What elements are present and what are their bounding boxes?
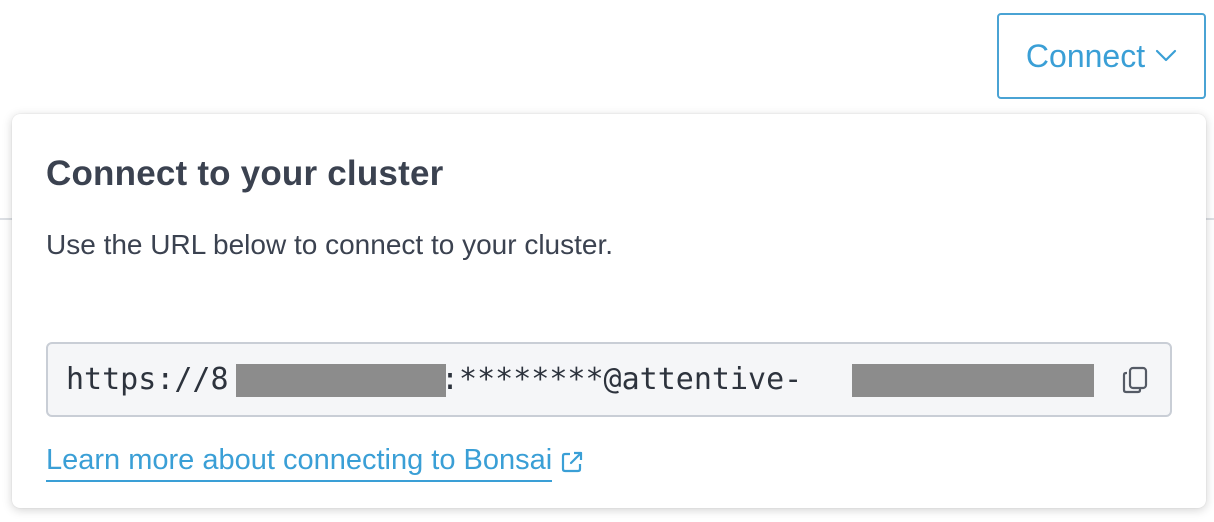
external-link-icon (562, 451, 583, 473)
cluster-url-middle: :********@attentive- (441, 362, 803, 397)
cluster-url-prefix: https://8 (66, 362, 229, 397)
cluster-url-field[interactable]: https://8 :********@attentive- (46, 342, 1172, 417)
page: Connect Connect to your cluster Use the … (0, 0, 1214, 522)
popover-title: Connect to your cluster (46, 154, 444, 193)
learn-more-link[interactable]: Learn more about connecting to Bonsai (46, 442, 584, 482)
redacted-hostname (852, 364, 1094, 397)
copy-icon[interactable] (1120, 364, 1152, 396)
popover-description: Use the URL below to connect to your clu… (46, 229, 614, 260)
learn-more-link-label: Learn more about connecting to Bonsai (46, 442, 553, 482)
redacted-username (236, 364, 446, 397)
chevron-down-icon (1155, 49, 1177, 62)
connect-button[interactable]: Connect (997, 13, 1206, 99)
connect-popover: Connect to your cluster Use the URL belo… (12, 114, 1206, 508)
connect-button-label: Connect (1025, 37, 1146, 74)
